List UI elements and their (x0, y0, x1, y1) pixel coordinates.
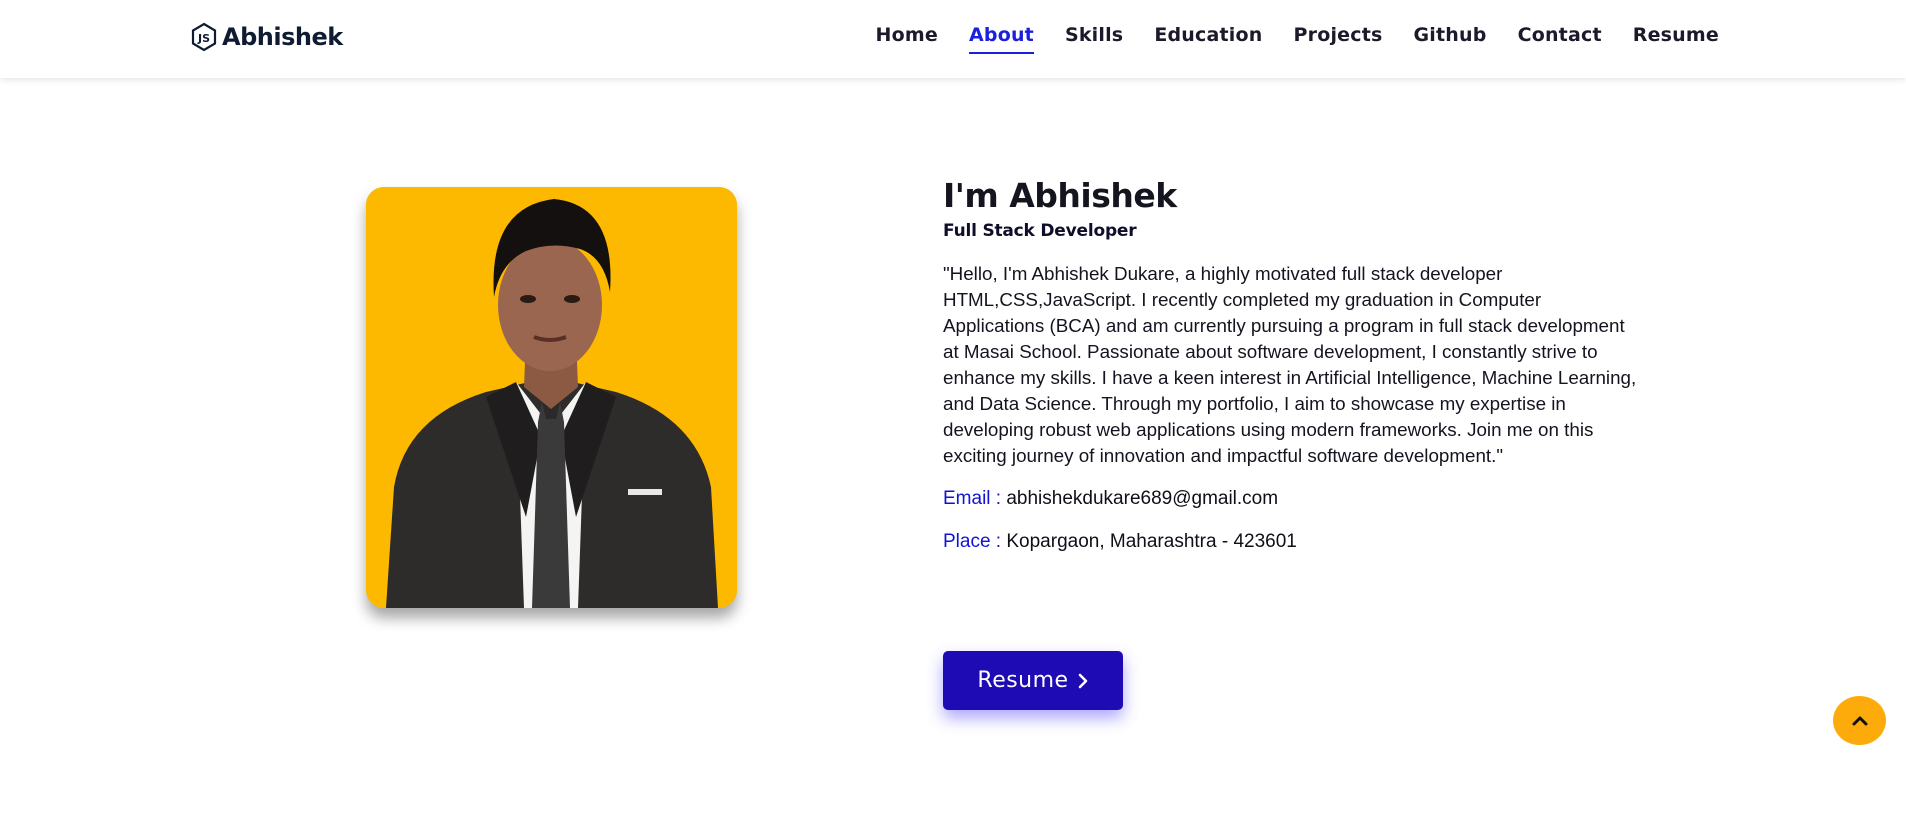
nodejs-hexagon-icon: JS (191, 22, 217, 52)
nav-home[interactable]: Home (876, 24, 938, 54)
place-line: Place : Kopargaon, Maharashtra - 423601 (943, 529, 1643, 555)
profile-photo (366, 187, 737, 608)
svg-text:JS: JS (197, 32, 210, 45)
brand-logo[interactable]: JS Abhishek (190, 22, 343, 52)
email-line: Email : abhishekdukare689@gmail.com (943, 486, 1643, 512)
place-label: Place : (943, 531, 1002, 552)
place-value: Kopargaon, Maharashtra - 423601 (1006, 531, 1297, 552)
nav-github[interactable]: Github (1414, 24, 1487, 54)
navbar: JS Abhishek Home About Skills Education … (0, 0, 1906, 78)
nav-contact[interactable]: Contact (1518, 24, 1602, 54)
resume-button[interactable]: Resume (943, 651, 1123, 710)
chevron-up-icon (1852, 716, 1867, 725)
chevron-right-icon (1078, 673, 1087, 688)
nav-menu: Home About Skills Education Projects Git… (845, 24, 1719, 54)
nav-resume[interactable]: Resume (1633, 24, 1719, 54)
email-value: abhishekdukare689@gmail.com (1006, 488, 1279, 509)
brand-name: Abhishek (222, 23, 343, 51)
email-label: Email : (943, 488, 1002, 509)
nav-projects[interactable]: Projects (1294, 24, 1383, 54)
nav-skills[interactable]: Skills (1065, 24, 1123, 54)
about-role: Full Stack Developer (943, 221, 1137, 241)
resume-button-label: Resume (977, 668, 1069, 693)
scroll-to-top-button[interactable] (1833, 696, 1886, 745)
about-heading: I'm Abhishek (943, 176, 1177, 215)
nav-about[interactable]: About (968, 24, 1034, 54)
about-section: I'm Abhishek Full Stack Developer "Hello… (943, 173, 1643, 555)
about-description: "Hello, I'm Abhishek Dukare, a highly mo… (943, 263, 1637, 466)
nav-education[interactable]: Education (1154, 24, 1262, 54)
